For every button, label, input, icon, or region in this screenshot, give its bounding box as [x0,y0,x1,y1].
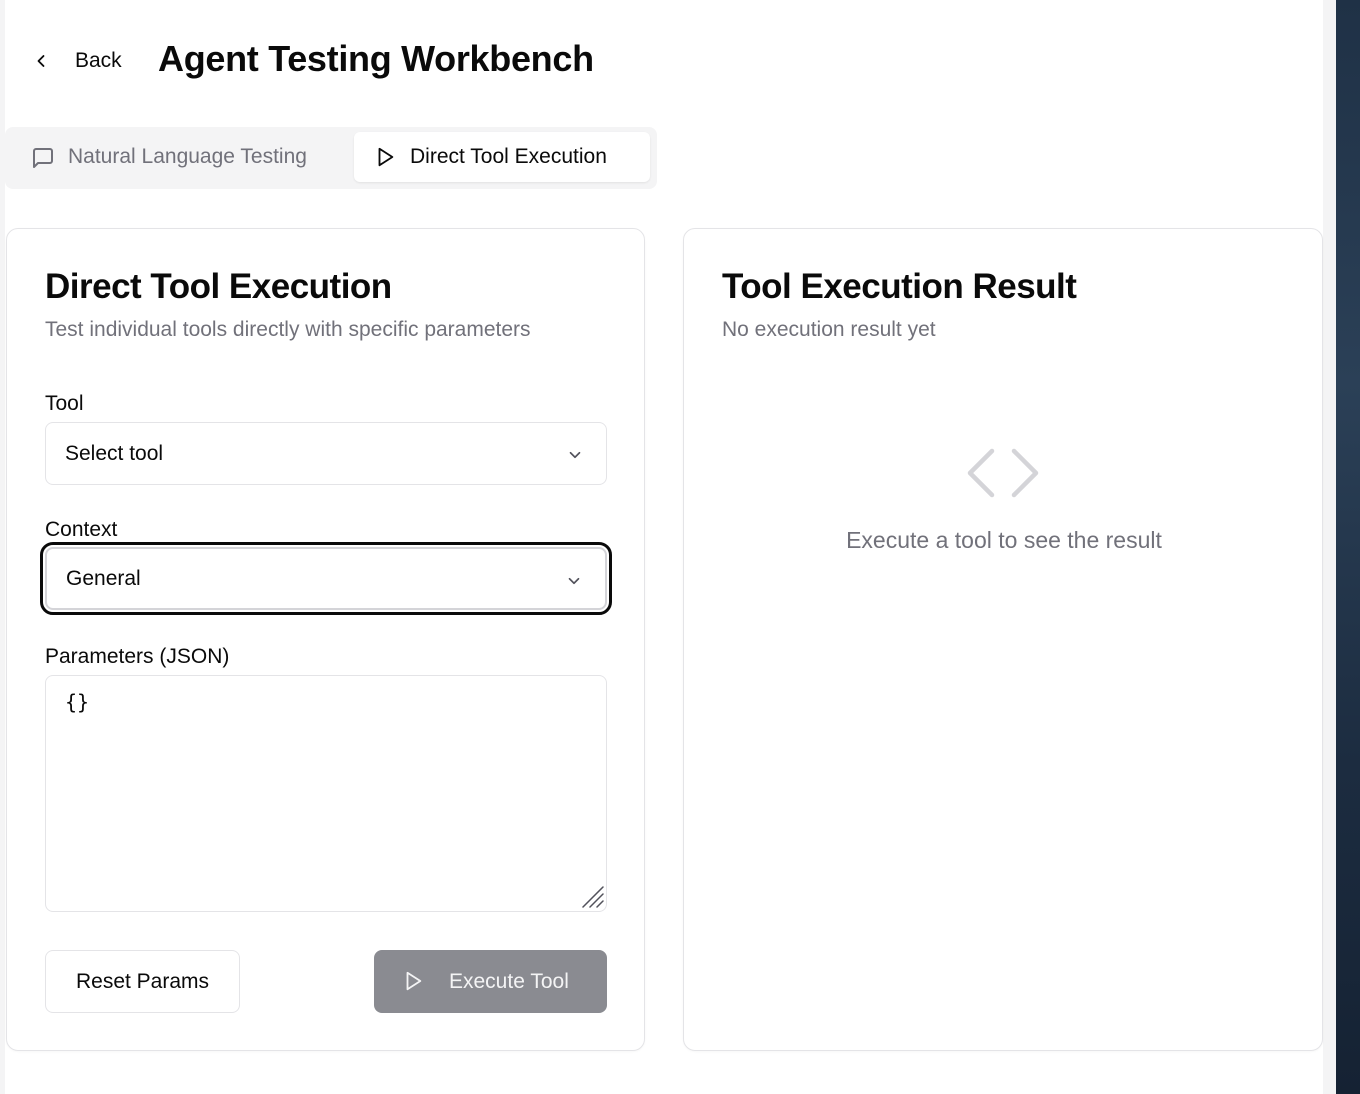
chevron-down-icon [569,451,581,459]
tool-execution-result-card: Tool Execution Result No execution resul… [683,228,1323,1051]
parameters-label: Parameters (JSON) [45,645,230,668]
context-select[interactable]: General [40,542,612,615]
direct-tool-execution-card: Direct Tool Execution Test individual to… [6,228,645,1051]
card-description: Test individual tools directly with spec… [45,318,531,341]
execute-tool-button[interactable]: Execute Tool [374,950,607,1013]
tab-label: Natural Language Testing [68,145,307,168]
chevron-left-icon [37,55,45,67]
play-icon [378,147,394,167]
tool-select[interactable]: Select tool [45,422,607,485]
tab-list: Natural Language Testing Direct Tool Exe… [5,127,657,189]
tool-label: Tool [45,392,84,415]
context-select-value: General [66,566,141,590]
tab-label: Direct Tool Execution [410,145,607,168]
back-label: Back [75,49,122,72]
card-description: No execution result yet [722,318,936,341]
tool-select-value: Select tool [65,441,164,465]
context-label: Context [45,518,118,541]
back-button[interactable]: Back [23,40,145,80]
execute-tool-label: Execute Tool [449,970,569,993]
desktop-background [1323,0,1360,1094]
play-icon [406,971,422,991]
card-title: Direct Tool Execution [45,267,392,306]
page-header: Back Agent Testing Workbench [5,0,1323,120]
page-title: Agent Testing Workbench [158,38,594,79]
code-icon [967,448,1039,498]
tab-direct-tool-execution[interactable]: Direct Tool Execution [354,132,650,182]
app-window: Back Agent Testing Workbench Natural Lan… [5,0,1323,1094]
card-title: Tool Execution Result [722,267,1077,306]
tab-natural-language-testing[interactable]: Natural Language Testing [13,132,351,182]
parameters-json-input[interactable]: {} [45,675,607,912]
chevron-down-icon [568,577,580,585]
reset-params-button[interactable]: Reset Params [45,950,240,1013]
message-square-icon [33,148,53,168]
empty-state-text: Execute a tool to see the result [846,527,1162,553]
resize-handle-icon[interactable] [579,883,605,909]
